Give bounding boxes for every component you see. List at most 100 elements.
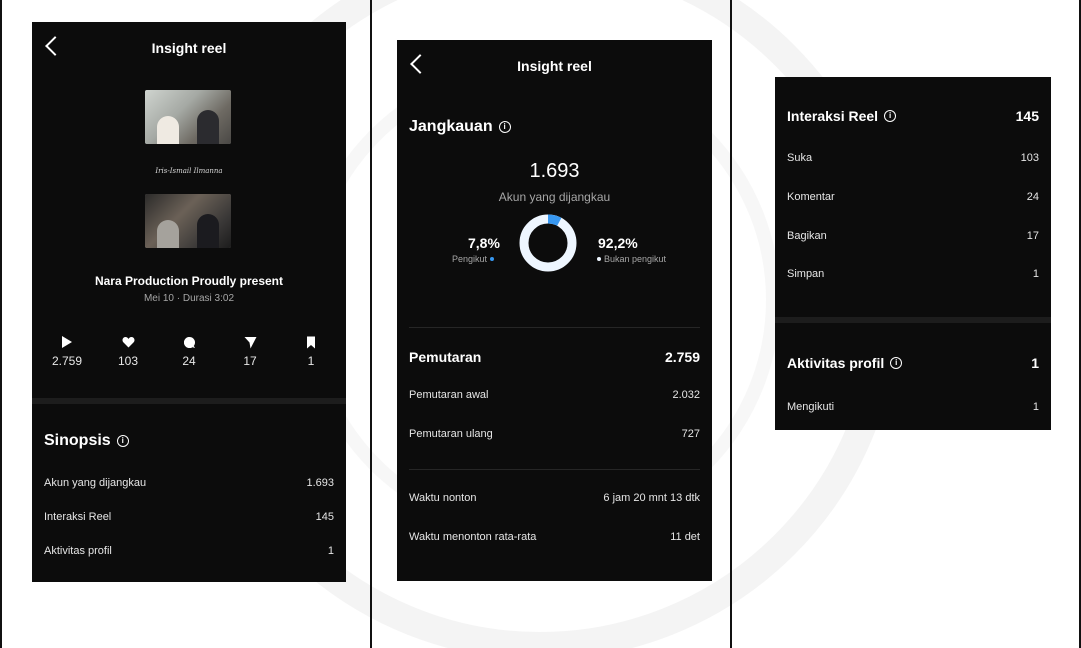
pemutaran-value: 2.759 — [664, 349, 700, 365]
row-value: 17 — [1026, 230, 1039, 242]
pemutaran-title: Pemutaran — [409, 349, 482, 365]
stat-saves-value: 1 — [307, 354, 315, 368]
reel-thumbnail-1[interactable] — [145, 90, 231, 144]
share-icon — [244, 334, 257, 350]
table-border-left — [0, 0, 2, 648]
row-label: Akun yang dijangkau — [44, 477, 147, 489]
accounts-reached-value: 1.693 — [529, 160, 580, 182]
row-value: 1.693 — [306, 477, 334, 489]
sinopsis-header: Sinopsis i — [44, 432, 129, 450]
reach-donut-chart — [519, 214, 577, 272]
sinopsis-row-reach[interactable]: Akun yang dijangkau 1.693 — [44, 477, 334, 489]
row-label: Suka — [787, 152, 813, 164]
row-value: 11 det — [670, 531, 700, 543]
stat-shares: 17 — [225, 334, 275, 368]
comments-row[interactable]: Komentar 24 — [787, 191, 1039, 203]
section-separator — [32, 398, 346, 404]
row-label: Bagikan — [787, 230, 827, 242]
bookmark-icon — [306, 334, 316, 350]
non-followers-label: Bukan pengikut — [597, 254, 666, 264]
sinopsis-row-profile-activity[interactable]: Aktivitas profil 1 — [44, 545, 334, 557]
back-arrow-icon[interactable] — [407, 54, 427, 74]
divider — [409, 469, 700, 470]
row-value: 1 — [1032, 268, 1039, 280]
pemutaran-header[interactable]: Pemutaran 2.759 — [409, 349, 700, 365]
top-bar: Insight reel — [32, 22, 346, 74]
stat-plays: 2.759 — [42, 334, 92, 368]
followers-label-text: Pengikut — [452, 254, 488, 264]
non-followers-dot — [597, 257, 601, 261]
likes-row[interactable]: Suka 103 — [787, 152, 1039, 164]
interaksi-label: Interaksi Reel i — [787, 108, 897, 124]
jangkauan-title: Jangkauan — [409, 118, 493, 135]
shares-row[interactable]: Bagikan 17 — [787, 230, 1039, 242]
info-icon[interactable]: i — [884, 110, 897, 122]
followers-label: Pengikut — [452, 254, 495, 264]
aktivitas-title: Aktivitas profil — [787, 355, 885, 371]
info-icon[interactable]: i — [116, 435, 129, 447]
screenshot-insight-reel-overview: Insight reel Iris-Ismail Ilmanna Nara Pr… — [32, 22, 346, 582]
info-icon[interactable]: i — [890, 357, 903, 369]
info-icon[interactable]: i — [498, 121, 511, 133]
row-label: Waktu menonton rata-rata — [409, 531, 537, 543]
interaksi-value: 145 — [1015, 108, 1039, 124]
row-value: 2.032 — [672, 389, 700, 401]
page-title: Insight reel — [151, 40, 227, 56]
thumbnail-caption: Iris-Ismail Ilmanna — [155, 167, 223, 175]
row-value: 1 — [1032, 401, 1039, 413]
jangkauan-header: Jangkauan i — [409, 118, 511, 136]
reel-date-duration: Mei 10 · Durasi 3:02 — [143, 293, 235, 304]
row-label: Pemutaran ulang — [409, 428, 493, 440]
reel-stats-bar: 2.759 103 24 17 1 — [42, 334, 336, 368]
watch-time-row[interactable]: Waktu nonton 6 jam 20 mnt 13 dtk — [409, 492, 700, 504]
stat-comments: 24 — [164, 334, 214, 368]
divider — [409, 327, 700, 328]
accounts-reached-label: Akun yang dijangkau — [498, 190, 611, 204]
followers-percent: 7,8% — [468, 235, 500, 251]
stat-saves: 1 — [286, 334, 336, 368]
aktivitas-value: 1 — [1031, 355, 1039, 371]
screenshot-insight-reel-reach: Insight reel Jangkauan i 1.693 Akun yang… — [397, 40, 712, 581]
table-divider-2 — [730, 0, 732, 648]
non-followers-label-text: Bukan pengikut — [604, 254, 667, 264]
page-title: Insight reel — [517, 58, 592, 74]
plays-initial-row[interactable]: Pemutaran awal 2.032 — [409, 389, 700, 401]
row-label: Simpan — [787, 268, 825, 280]
aktivitas-header[interactable]: Aktivitas profil i 1 — [787, 355, 1039, 371]
interaksi-title: Interaksi Reel — [787, 108, 879, 124]
interaksi-header[interactable]: Interaksi Reel i 145 — [787, 108, 1039, 124]
row-value: 1 — [327, 545, 334, 557]
sinopsis-row-interactions[interactable]: Interaksi Reel 145 — [44, 511, 334, 523]
top-bar: Insight reel — [397, 40, 712, 92]
play-icon — [61, 334, 73, 350]
stat-likes-value: 103 — [117, 354, 139, 368]
stat-likes: 103 — [103, 334, 153, 368]
row-label: Pemutaran awal — [409, 389, 489, 401]
back-arrow-icon[interactable] — [42, 36, 62, 56]
row-label: Aktivitas profil — [44, 545, 112, 557]
avg-watch-time-row[interactable]: Waktu menonton rata-rata 11 det — [409, 531, 700, 543]
sinopsis-title: Sinopsis — [44, 432, 111, 449]
table-divider-1 — [370, 0, 372, 648]
follows-row[interactable]: Mengikuti 1 — [787, 401, 1039, 413]
plays-replay-row[interactable]: Pemutaran ulang 727 — [409, 428, 700, 440]
donut-non-followers-arc — [519, 214, 577, 272]
heart-icon — [122, 334, 135, 350]
row-value: 145 — [315, 511, 334, 523]
row-value: 24 — [1026, 191, 1039, 203]
row-label: Interaksi Reel — [44, 511, 112, 523]
aktivitas-label: Aktivitas profil i — [787, 355, 903, 371]
reel-thumbnail-2[interactable] — [145, 194, 231, 248]
row-value: 6 jam 20 mnt 13 dtk — [603, 492, 700, 504]
saves-row[interactable]: Simpan 1 — [787, 268, 1039, 280]
followers-dot — [490, 257, 495, 261]
reel-title: Nara Production Proudly present — [94, 274, 284, 288]
row-label: Komentar — [787, 191, 835, 203]
stat-comments-value: 24 — [182, 354, 196, 368]
non-followers-percent: 92,2% — [598, 235, 638, 251]
screenshot-interactions: Interaksi Reel i 145 Suka 103 Komentar 2… — [775, 77, 1051, 430]
row-value: 727 — [681, 428, 700, 440]
row-label: Mengikuti — [787, 401, 835, 413]
row-label: Waktu nonton — [409, 492, 477, 504]
stat-shares-value: 17 — [243, 354, 257, 368]
